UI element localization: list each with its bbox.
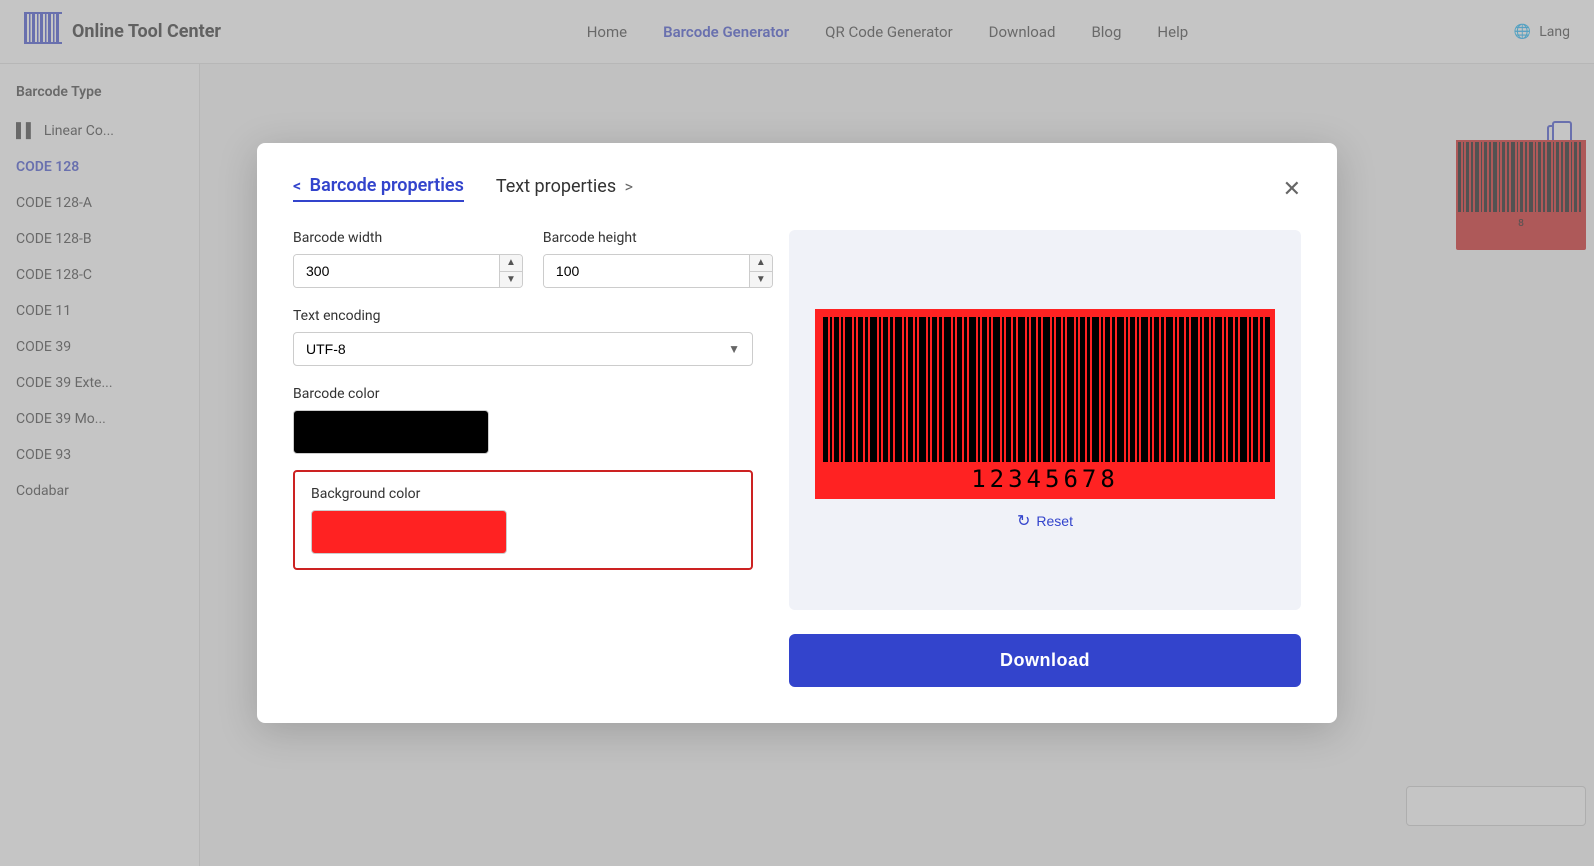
reset-button[interactable]: ↻ Reset <box>1017 511 1073 531</box>
background-color-box: Background color <box>293 470 753 570</box>
barcode-preview: 12345678 <box>815 309 1275 503</box>
barcode-color-field: Barcode color <box>293 386 753 454</box>
tab-text-properties-label: Text properties <box>496 176 616 197</box>
modal-close-button[interactable]: ✕ <box>1283 178 1301 200</box>
download-button[interactable]: Download <box>789 634 1301 687</box>
barcode-width-input-wrap: ▲ ▼ <box>293 254 523 288</box>
modal-left-panel: Barcode width ▲ ▼ Barcode height <box>293 230 753 687</box>
text-encoding-select-wrap[interactable]: UTF-8 ISO-8859-1 ASCII ▼ <box>293 332 753 366</box>
reset-label: Reset <box>1036 513 1073 529</box>
tab-left-arrow: < <box>293 176 301 195</box>
barcode-height-input[interactable] <box>544 255 749 287</box>
background-color-swatch[interactable] <box>311 510 507 554</box>
barcode-height-spinners: ▲ ▼ <box>749 255 772 287</box>
barcode-width-input[interactable] <box>294 255 499 287</box>
width-height-group: Barcode width ▲ ▼ Barcode height <box>293 230 753 288</box>
barcode-color-swatch[interactable] <box>293 410 489 454</box>
barcode-height-input-wrap: ▲ ▼ <box>543 254 773 288</box>
barcode-color-label: Barcode color <box>293 386 753 402</box>
text-encoding-select[interactable]: UTF-8 ISO-8859-1 ASCII <box>306 341 728 357</box>
text-encoding-label: Text encoding <box>293 308 753 324</box>
reset-icon: ↻ <box>1017 511 1030 531</box>
modal-body: Barcode width ▲ ▼ Barcode height <box>293 230 1301 687</box>
barcode-height-increment[interactable]: ▲ <box>750 255 772 272</box>
tab-barcode-properties[interactable]: < Barcode properties <box>293 175 464 202</box>
select-arrow-icon: ▼ <box>728 342 740 356</box>
modal-right-panel: 12345678 ↻ Reset Download <box>789 230 1301 687</box>
barcode-height-label: Barcode height <box>543 230 773 246</box>
barcode-width-spinners: ▲ ▼ <box>499 255 522 287</box>
barcode-width-field: Barcode width ▲ ▼ <box>293 230 523 288</box>
svg-text:12345678: 12345678 <box>971 465 1119 493</box>
modal-tabs: < Barcode properties Text properties > <box>293 175 633 202</box>
modal-header: < Barcode properties Text properties > ✕ <box>293 175 1301 202</box>
barcode-svg: 12345678 <box>815 309 1275 499</box>
tab-text-properties[interactable]: Text properties > <box>496 176 633 201</box>
barcode-preview-area: 12345678 ↻ Reset <box>789 230 1301 610</box>
barcode-height-field: Barcode height ▲ ▼ <box>543 230 773 288</box>
text-encoding-field: Text encoding UTF-8 ISO-8859-1 ASCII ▼ <box>293 308 753 366</box>
barcode-width-decrement[interactable]: ▼ <box>500 272 522 288</box>
barcode-width-increment[interactable]: ▲ <box>500 255 522 272</box>
background-color-label: Background color <box>311 486 735 502</box>
tab-right-arrow: > <box>625 177 633 196</box>
barcode-height-decrement[interactable]: ▼ <box>750 272 772 288</box>
modal-dialog: < Barcode properties Text properties > ✕… <box>257 143 1337 723</box>
tab-barcode-properties-label: Barcode properties <box>310 175 464 196</box>
barcode-width-label: Barcode width <box>293 230 523 246</box>
